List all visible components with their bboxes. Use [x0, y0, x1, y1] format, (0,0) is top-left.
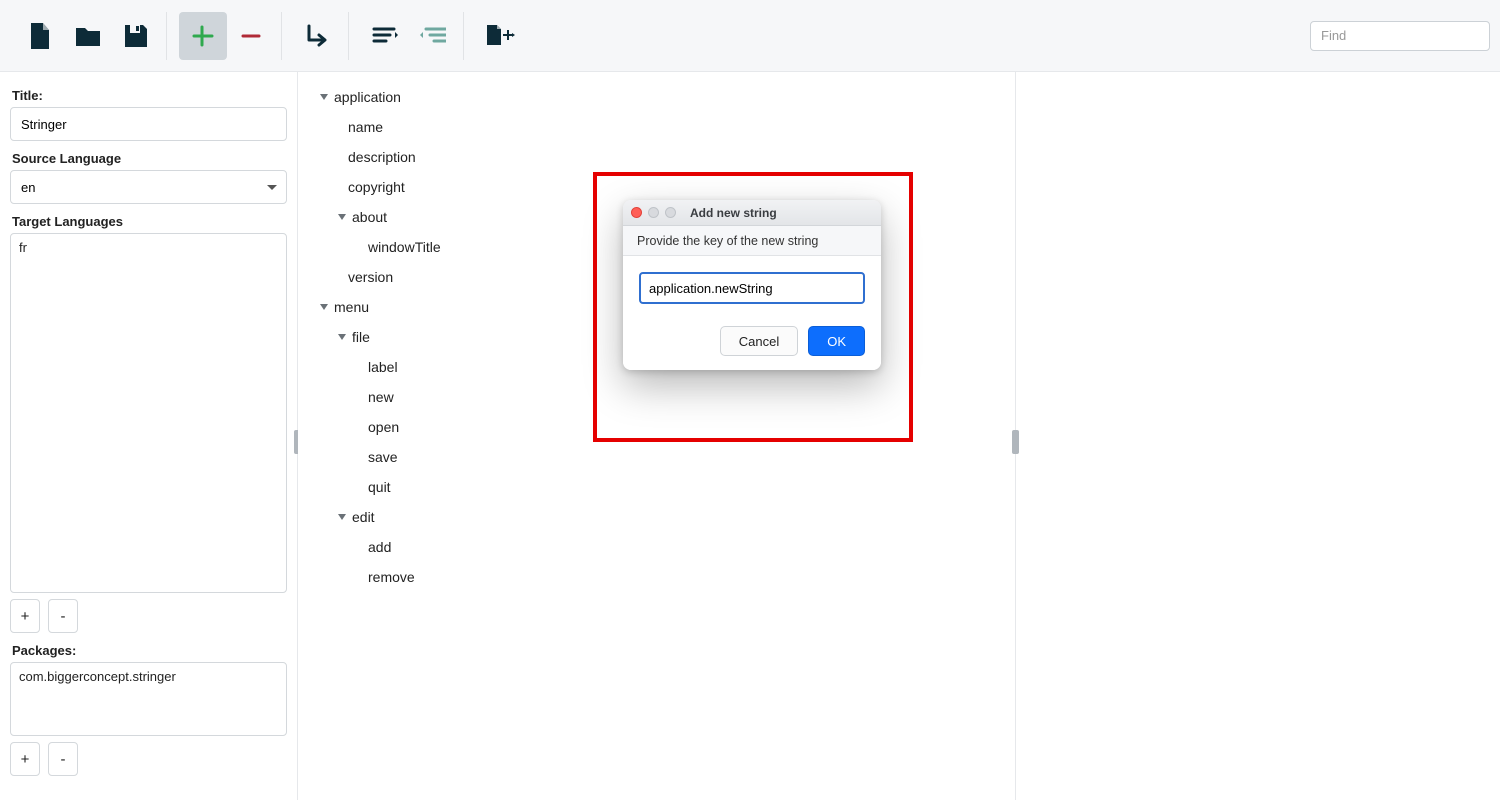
find-input[interactable]: [1310, 21, 1490, 51]
minus-icon: [240, 25, 262, 47]
toolbar-group-format: [355, 12, 464, 60]
remove-string-button[interactable]: [227, 12, 275, 60]
title-label: Title:: [12, 88, 287, 103]
tree-node[interactable]: remove: [304, 562, 1009, 592]
window-controls: [631, 207, 676, 218]
indent-right-icon: [420, 25, 446, 47]
add-string-button[interactable]: [179, 12, 227, 60]
toolbar-group-file: [10, 12, 167, 60]
tree-node[interactable]: name: [304, 112, 1009, 142]
format-outdent-button[interactable]: [409, 12, 457, 60]
target-languages-list[interactable]: fr: [10, 233, 287, 593]
save-button[interactable]: [112, 12, 160, 60]
remove-target-language-button[interactable]: -: [48, 599, 78, 633]
copy-button[interactable]: [476, 12, 524, 60]
tree-node[interactable]: description: [304, 142, 1009, 172]
open-folder-button[interactable]: [64, 12, 112, 60]
plus-icon: [192, 25, 214, 47]
chevron-down-icon[interactable]: [338, 514, 346, 520]
new-string-key-input[interactable]: [639, 272, 865, 304]
chevron-down-icon[interactable]: [320, 94, 328, 100]
indent-left-icon: [372, 25, 398, 47]
source-language-label: Source Language: [12, 151, 287, 166]
dialog-prompt: Provide the key of the new string: [623, 226, 881, 256]
add-target-language-button[interactable]: +: [10, 599, 40, 633]
maximize-icon[interactable]: [665, 207, 676, 218]
toolbar-group-copy: [470, 12, 530, 60]
chevron-down-icon[interactable]: [320, 304, 328, 310]
packages-label: Packages:: [12, 643, 287, 658]
tree-node[interactable]: edit: [304, 502, 1009, 532]
new-file-button[interactable]: [16, 12, 64, 60]
title-input[interactable]: [10, 107, 287, 141]
minimize-icon[interactable]: [648, 207, 659, 218]
sidebar: Title: Source Language Target Languages …: [0, 72, 298, 800]
file-icon: [29, 23, 51, 49]
chevron-down-icon[interactable]: [338, 334, 346, 340]
go-to-button[interactable]: [294, 12, 342, 60]
tree-node[interactable]: application: [304, 82, 1009, 112]
cancel-button[interactable]: Cancel: [720, 326, 798, 356]
list-item[interactable]: fr: [19, 240, 278, 255]
arrow-return-icon: [305, 24, 331, 48]
tree-node[interactable]: quit: [304, 472, 1009, 502]
detail-panel: [1016, 72, 1500, 800]
save-icon: [124, 24, 148, 48]
format-indent-button[interactable]: [361, 12, 409, 60]
chevron-down-icon[interactable]: [338, 214, 346, 220]
ok-button[interactable]: OK: [808, 326, 865, 356]
toolbar-group-edit: [173, 12, 282, 60]
dialog-titlebar[interactable]: Add new string: [623, 200, 881, 226]
splitter-handle[interactable]: [1012, 430, 1019, 454]
add-package-button[interactable]: +: [10, 742, 40, 776]
toolbar-group-nav: [288, 12, 349, 60]
tree-node[interactable]: add: [304, 532, 1009, 562]
dialog-title: Add new string: [690, 206, 777, 220]
tree-panel: application name description copyright a…: [298, 72, 1016, 800]
list-item[interactable]: com.biggerconcept.stringer: [19, 669, 278, 684]
folder-icon: [75, 25, 101, 47]
packages-list[interactable]: com.biggerconcept.stringer: [10, 662, 287, 736]
tree-node[interactable]: save: [304, 442, 1009, 472]
source-language-select[interactable]: [10, 170, 287, 204]
add-string-dialog: Add new string Provide the key of the ne…: [623, 200, 881, 370]
copy-file-icon: [485, 23, 515, 49]
toolbar: [0, 0, 1500, 72]
target-languages-label: Target Languages: [12, 214, 287, 229]
close-icon[interactable]: [631, 207, 642, 218]
remove-package-button[interactable]: -: [48, 742, 78, 776]
